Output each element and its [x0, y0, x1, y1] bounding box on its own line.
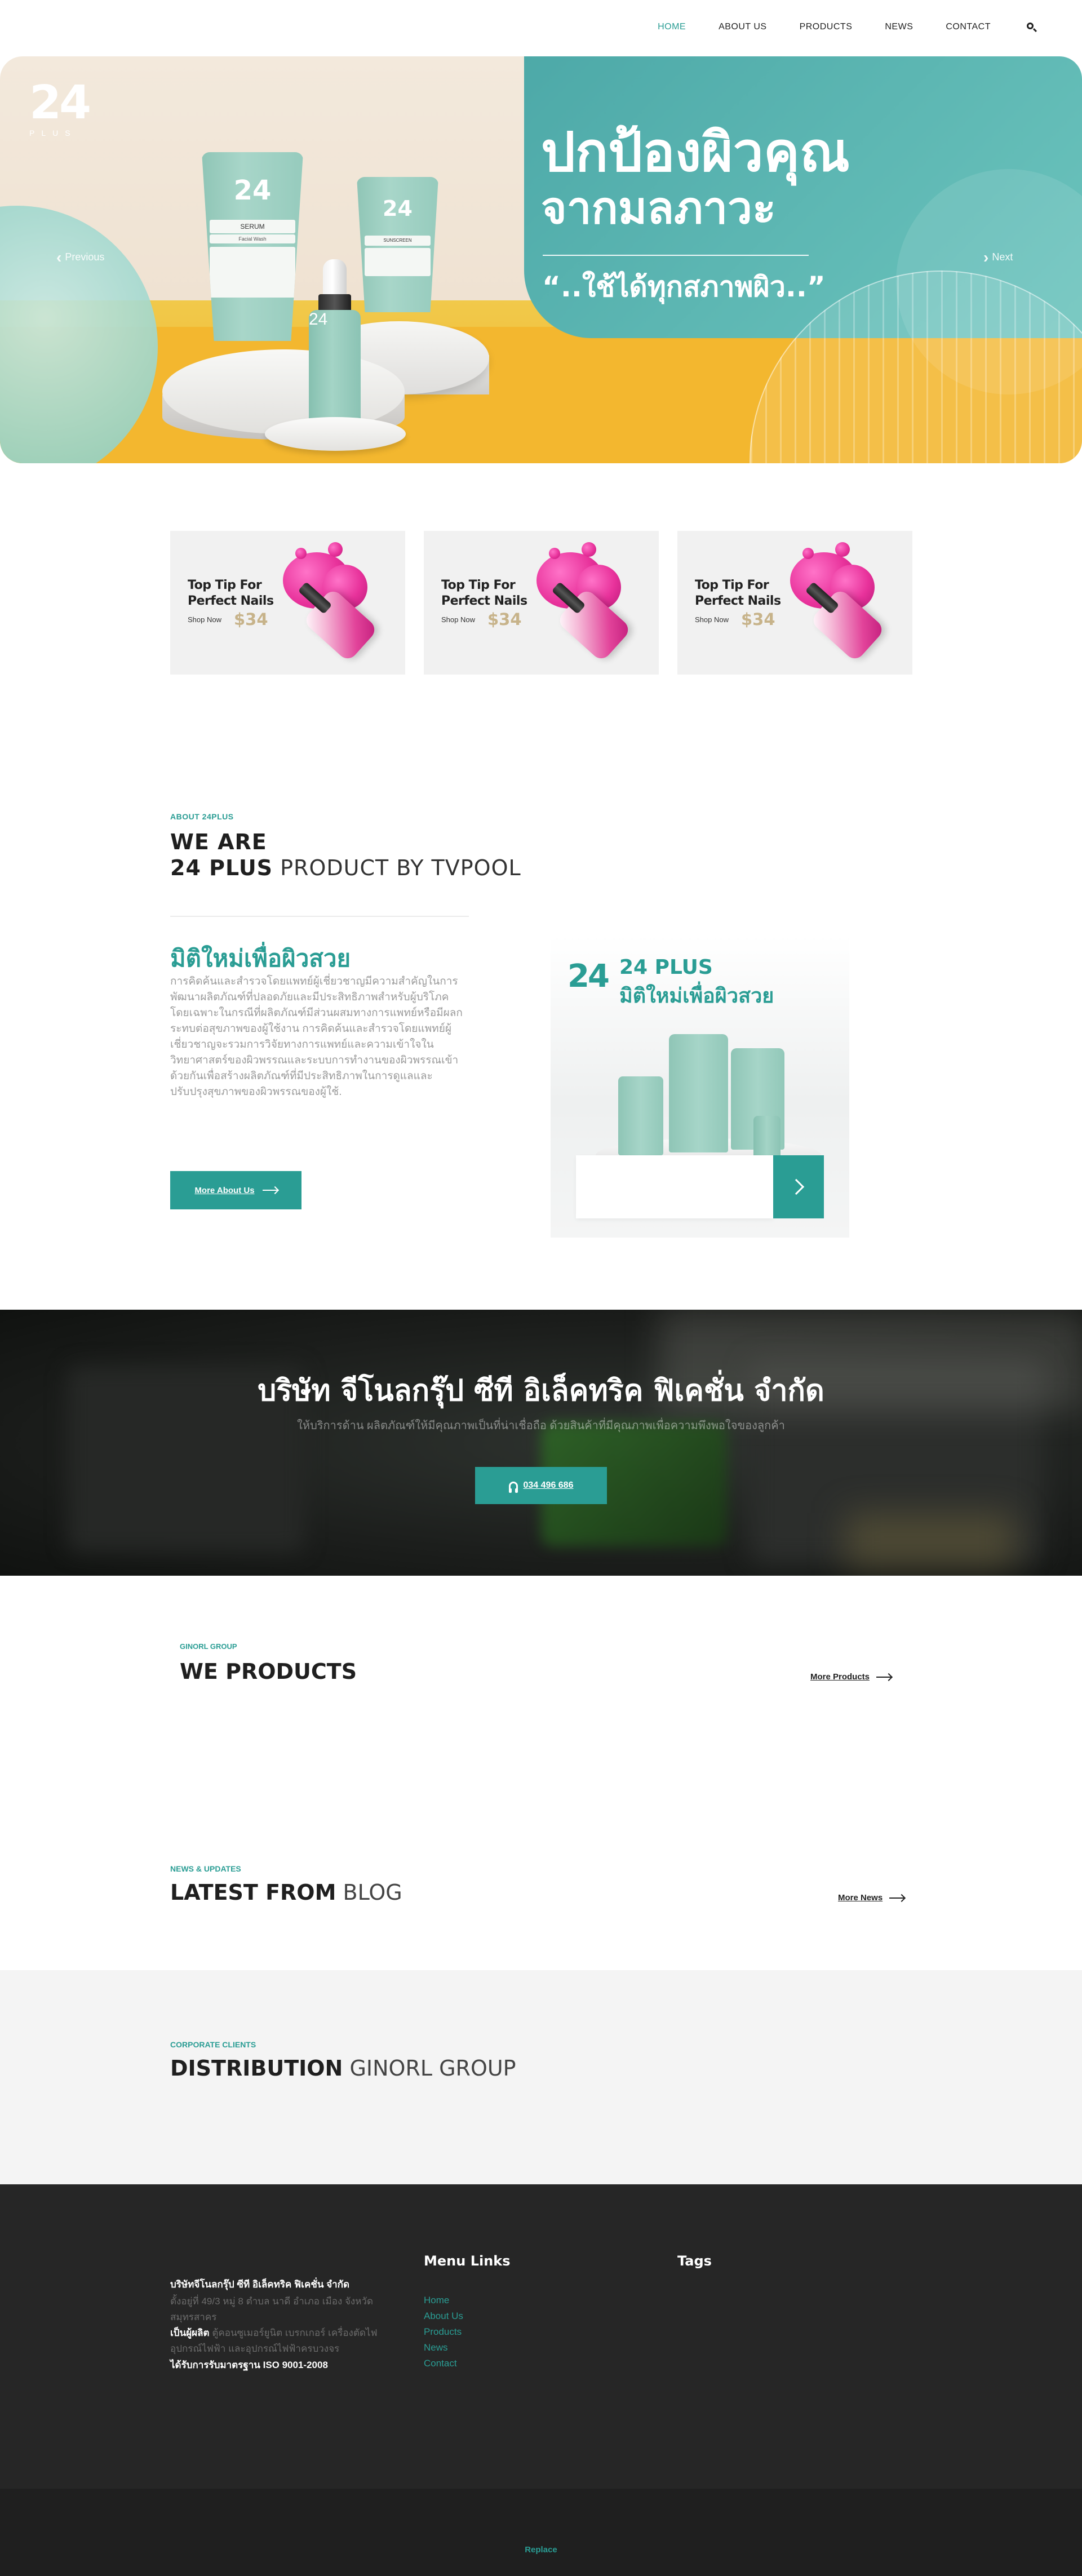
call-button[interactable]: 034 496 686	[475, 1467, 607, 1504]
image-caption-box	[576, 1155, 773, 1218]
footer-link-home[interactable]: Home	[424, 2293, 463, 2308]
headset-icon	[508, 1482, 518, 1493]
company-banner	[0, 1310, 1082, 1576]
arrow-right-icon	[876, 1676, 892, 1678]
divider	[170, 916, 469, 917]
about-heading: มิติใหม่เพื่อผิวสวย	[170, 945, 351, 972]
image-next-button[interactable]	[773, 1155, 824, 1218]
sunscreen-tube-image: 24 SUNSCREEN	[357, 177, 438, 312]
brand-logo: 24 PLUS	[29, 76, 91, 138]
price: $34	[487, 610, 522, 629]
nav-menu: HOME ABOUT US PRODUCTS NEWS CONTACT	[625, 21, 1037, 33]
hero-title-line2: จากมลภาวะ	[541, 183, 776, 234]
search-icon[interactable]	[1026, 21, 1037, 33]
section-title: LATEST FROM BLOG	[170, 1880, 402, 1905]
slider-prev-button[interactable]: ‹ Previous	[56, 248, 104, 266]
footer-replace-link[interactable]: Replace	[0, 2545, 1082, 2555]
footer	[0, 2184, 1082, 2489]
footer-link-about-us[interactable]: About Us	[424, 2308, 463, 2324]
nav-item-about-us[interactable]: ABOUT US	[719, 22, 767, 32]
banner-title: บริษัท จีโนลกรุ๊ป ซีที อิเล็คทริค ฟิเคชั…	[258, 1374, 824, 1408]
brand-logo: 24	[567, 958, 610, 995]
distribution-section	[0, 1970, 1082, 2184]
section-kicker: NEWS & UPDATES	[170, 1864, 241, 1873]
footer-menu-heading: Menu Links	[424, 2253, 511, 2269]
footer-link-contact[interactable]: Contact	[424, 2356, 463, 2371]
shop-now-link[interactable]: Shop Now	[695, 615, 729, 624]
more-products-link[interactable]: More Products	[810, 1672, 892, 1682]
footer-tags-heading: Tags	[677, 2253, 712, 2269]
section-title-line2: 24 PLUS PRODUCT BY TVPOOL	[170, 855, 521, 880]
shop-now-link[interactable]: Shop Now	[188, 615, 221, 624]
serum-tube-image: 24 SERUM Facial Wash	[202, 152, 303, 341]
nav-item-products[interactable]: PRODUCTS	[800, 22, 853, 32]
footer-address: ตั้งอยู่ที่ 49/3 หมู่ 8 ตำบล นาดี อำเภอ …	[170, 2296, 378, 2354]
chevron-left-icon: ‹	[56, 248, 62, 266]
slider-next-button[interactable]: › Next	[983, 248, 1013, 266]
about-body: การคิดค้นและสำรวจโดยแพทย์ผู้เชี่ยวชาญมีค…	[170, 976, 463, 1098]
hero-title: ปกป้องผิวคุณ	[541, 121, 850, 184]
promo-card[interactable]: Top Tip For Perfect Nails Shop Now $34	[170, 531, 405, 675]
about-image: 24 24 PLUS มิติใหม่เพื่อผิวสวย	[551, 935, 849, 1238]
section-kicker: GINORL GROUP	[180, 1642, 237, 1651]
top-nav: HOME ABOUT US PRODUCTS NEWS CONTACT	[0, 0, 1082, 56]
arrow-right-icon	[262, 1190, 277, 1191]
section-kicker: ABOUT 24PLUS	[170, 812, 234, 821]
hero-slider: 24 PLUS 24 SERUM Facial Wash 24 SUNSCREE…	[0, 56, 1082, 463]
footer-bottom-bar	[0, 2489, 1082, 2576]
banner-subtitle: ให้บริการด้าน ผลิตภัณฑ์ให้มีคุณภาพเป็นที…	[297, 1420, 785, 1432]
footer-iso: ได้รับการรับมาตรฐาน ISO 9001-2008	[170, 2360, 328, 2370]
section-title: DISTRIBUTION GINORL GROUP	[170, 2056, 516, 2081]
section-kicker: CORPORATE CLIENTS	[170, 2040, 256, 2049]
chevron-right-icon: ›	[983, 248, 989, 266]
podium	[265, 417, 406, 451]
hero-divider	[543, 255, 809, 256]
footer-link-news[interactable]: News	[424, 2340, 463, 2356]
section-title: WE ARE	[170, 830, 267, 854]
price: $34	[741, 610, 775, 629]
footer-link-products[interactable]: Products	[424, 2324, 463, 2340]
arrow-right-icon	[889, 1897, 904, 1899]
promo-card[interactable]: Top Tip For Perfect Nails Shop Now $34	[677, 531, 912, 675]
footer-menu-links: Home About Us Products News Contact	[424, 2293, 463, 2371]
more-about-us-button[interactable]: More About Us	[170, 1171, 301, 1209]
more-news-link[interactable]: More News	[838, 1893, 904, 1903]
footer-company-name: บริษัทจีโนลกรุ๊ป ซีที อิเล็คทริค ฟิเคชั่…	[170, 2279, 350, 2290]
nav-item-home[interactable]: HOME	[658, 22, 686, 32]
shop-now-link[interactable]: Shop Now	[441, 615, 475, 624]
nav-item-contact[interactable]: CONTACT	[946, 22, 991, 32]
nav-item-news[interactable]: NEWS	[885, 22, 913, 32]
chevron-right-icon	[788, 1178, 805, 1195]
hero-subtitle: “..ใช้ได้ทุกสภาพผิว..”	[542, 271, 826, 303]
price: $34	[234, 610, 268, 629]
section-title: WE PRODUCTS	[180, 1659, 357, 1684]
promo-card[interactable]: Top Tip For Perfect Nails Shop Now $34	[424, 531, 659, 675]
